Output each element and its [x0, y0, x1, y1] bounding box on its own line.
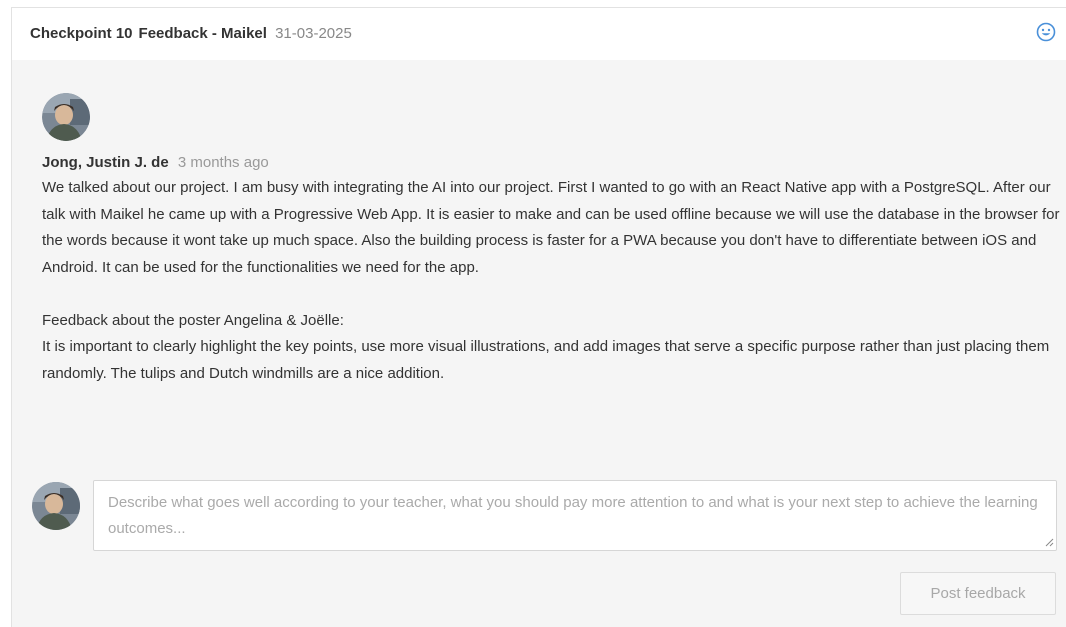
comment-body: We talked about our project. I am busy w… [42, 175, 1062, 387]
current-user-avatar [32, 482, 80, 530]
comment-paragraph-heading: Feedback about the poster Angelina & Joë… [42, 311, 344, 329]
comment-timestamp: 3 months ago [177, 154, 269, 171]
page-title: Checkpoint 10 Feedback - Maikel 31-03-202… [30, 25, 352, 42]
comment: Jong, Justin J. de 3 months ago We talke… [42, 93, 1062, 387]
card-header: Checkpoint 10 Feedback - Maikel 31-03-202… [12, 8, 1066, 60]
feedback-card: Checkpoint 10 Feedback - Maikel 31-03-202… [11, 7, 1066, 627]
avatar [42, 93, 90, 141]
resize-handle-icon[interactable] [1044, 537, 1054, 547]
feedback-date: 31-03-2025 [275, 25, 352, 42]
post-feedback-button[interactable]: Post feedback [900, 572, 1056, 615]
comment-meta: Jong, Justin J. de 3 months ago [42, 153, 1062, 173]
author-name: Jong, Justin J. de [42, 154, 169, 171]
comment-paragraph: It is important to clearly highlight the… [42, 338, 1050, 382]
feedback-input[interactable] [93, 480, 1057, 551]
feedback-title: Feedback - Maikel [138, 25, 267, 42]
smiley-icon[interactable] [1036, 22, 1056, 42]
checkpoint-label: Checkpoint 10 [30, 25, 133, 42]
comment-paragraph: We talked about our project. I am busy w… [42, 179, 1060, 276]
